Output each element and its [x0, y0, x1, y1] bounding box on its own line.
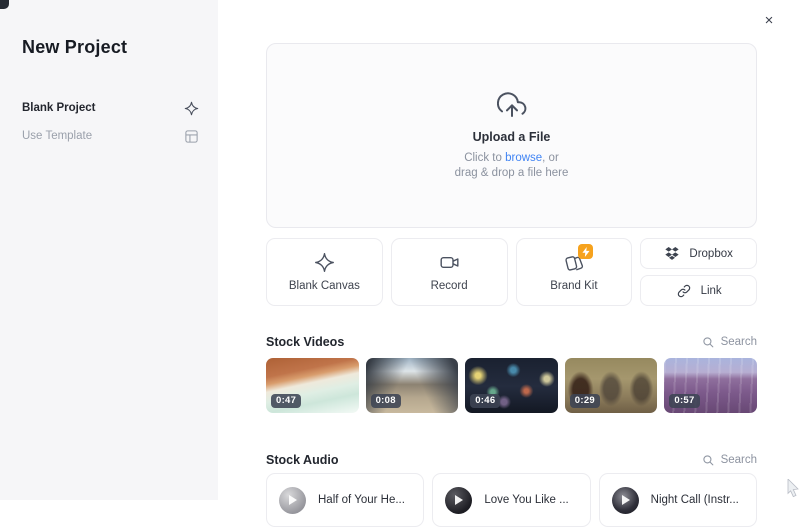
stock-videos-search-button[interactable]: Search — [702, 336, 757, 349]
dropbox-button[interactable]: Dropbox — [640, 238, 757, 269]
duration-badge: 0:29 — [570, 394, 600, 408]
stock-audio-header: Stock Audio Search — [266, 452, 757, 468]
duration-badge: 0:08 — [371, 394, 401, 408]
video-camera-icon — [439, 252, 460, 273]
stock-audio-item[interactable]: Half of Your He... — [266, 473, 424, 527]
upload-hint-prefix: Click to — [464, 152, 505, 164]
link-icon — [676, 283, 692, 299]
blank-canvas-button[interactable]: Blank Canvas — [266, 238, 383, 306]
upload-title: Upload a File — [473, 130, 551, 144]
stock-audio-item[interactable]: Love You Like ... — [432, 473, 590, 527]
link-button[interactable]: Link — [640, 275, 757, 306]
template-icon — [184, 129, 199, 144]
brand-kit-icon-wrap — [563, 252, 584, 273]
audio-artwork — [445, 487, 472, 514]
sparkle-icon — [314, 252, 335, 273]
record-button[interactable]: Record — [391, 238, 508, 306]
duration-badge: 0:57 — [669, 394, 699, 408]
stock-video-thumbnail[interactable]: 0:29 — [565, 358, 658, 413]
stock-videos-row: 0:47 0:08 0:46 0:29 0:57 — [266, 358, 757, 413]
sidebar-item-label: Use Template — [22, 130, 92, 142]
lightning-bolt-icon — [582, 247, 590, 257]
browse-link[interactable]: browse — [505, 152, 542, 164]
close-button[interactable]: × — [759, 10, 779, 30]
duration-badge: 0:46 — [470, 394, 500, 408]
sidebar-item-label: Blank Project — [22, 102, 96, 114]
stock-video-thumbnail[interactable]: 0:47 — [266, 358, 359, 413]
action-label: Record — [431, 280, 468, 292]
stock-video-thumbnail[interactable]: 0:46 — [465, 358, 558, 413]
page-title: New Project — [22, 37, 127, 58]
stock-audio-item[interactable]: Night Call (Instr... — [599, 473, 757, 527]
upload-hint-suffix: , or — [542, 152, 559, 164]
search-icon — [702, 336, 715, 349]
dropbox-icon — [664, 246, 680, 262]
import-buttons-column: Dropbox Link — [640, 238, 757, 306]
upload-cloud-icon — [497, 91, 527, 121]
duration-badge: 0:47 — [271, 394, 301, 408]
app-logo-fragment — [0, 0, 9, 9]
action-label: Brand Kit — [550, 280, 597, 292]
search-icon — [702, 454, 715, 467]
import-label: Dropbox — [689, 248, 732, 260]
search-label: Search — [721, 454, 757, 466]
stock-audio-search-button[interactable]: Search — [702, 454, 757, 467]
stock-videos-header: Stock Videos Search — [266, 334, 757, 350]
audio-artwork — [279, 487, 306, 514]
section-title: Stock Audio — [266, 453, 338, 467]
audio-title: Love You Like ... — [484, 494, 568, 506]
audio-artwork — [612, 487, 639, 514]
sparkle-icon — [184, 101, 199, 116]
sidebar: New Project Blank Project Use Template — [0, 0, 218, 500]
upload-hint: Click to browse, or drag & drop a file h… — [455, 151, 569, 181]
stock-video-thumbnail[interactable]: 0:08 — [366, 358, 459, 413]
audio-title: Half of Your He... — [318, 494, 405, 506]
section-title: Stock Videos — [266, 335, 344, 349]
upload-dropzone[interactable]: Upload a File Click to browse, or drag &… — [266, 43, 757, 228]
sidebar-item-use-template[interactable]: Use Template — [0, 123, 218, 149]
close-icon: × — [765, 12, 774, 29]
stock-audio-row: Half of Your He... Love You Like ... Nig… — [266, 473, 757, 527]
new-project-modal: New Project Blank Project Use Template ×… — [0, 0, 800, 500]
import-label: Link — [701, 285, 722, 297]
brand-kit-button[interactable]: Brand Kit — [516, 238, 633, 306]
sidebar-item-blank-project[interactable]: Blank Project — [0, 95, 218, 121]
mouse-cursor — [787, 479, 800, 498]
create-actions-row: Blank Canvas Record Brand K — [266, 238, 757, 306]
upload-hint-line2: drag & drop a file here — [455, 167, 569, 179]
stock-video-thumbnail[interactable]: 0:57 — [664, 358, 757, 413]
upgrade-badge — [578, 244, 593, 259]
search-label: Search — [721, 336, 757, 348]
action-label: Blank Canvas — [289, 280, 360, 292]
audio-title: Night Call (Instr... — [651, 494, 739, 506]
